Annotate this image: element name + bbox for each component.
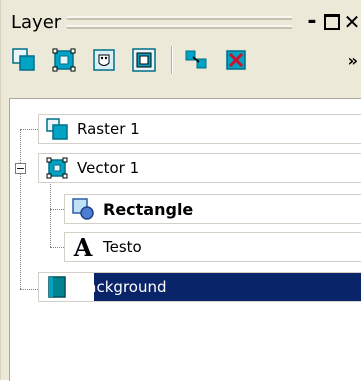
- new-vector-layer-icon: [52, 48, 76, 72]
- tree-line: [50, 247, 64, 248]
- layer-row[interactable]: Rectangle: [64, 194, 361, 224]
- duplicate-layer-button[interactable]: [181, 45, 211, 75]
- new-adjustment-layer-button[interactable]: [129, 45, 159, 75]
- close-button[interactable]: ✕: [342, 10, 361, 34]
- text-object-icon: A: [73, 232, 93, 262]
- maximize-button[interactable]: [322, 11, 342, 33]
- layer-toolbar: »: [9, 40, 361, 80]
- tree-line: [20, 289, 38, 290]
- tree-line: [50, 177, 51, 247]
- new-raster-layer-icon: [12, 48, 35, 71]
- layer-label: Rectangle: [103, 199, 194, 219]
- background-layer-icon: [45, 275, 69, 299]
- new-adjustment-layer-icon: [132, 48, 156, 72]
- vector-layer-icon: [45, 156, 69, 180]
- new-mask-layer-icon: [93, 49, 115, 71]
- palette-titlebar[interactable]: Layer - ✕: [5, 6, 361, 38]
- delete-layer-icon: [226, 50, 246, 70]
- layer-label: Testo: [103, 238, 142, 256]
- maximize-icon: [324, 14, 340, 30]
- layer-row[interactable]: A Testo: [64, 232, 361, 262]
- drag-grip[interactable]: [67, 15, 292, 29]
- raster-layer-icon: [45, 117, 69, 141]
- toolbar-overflow-button[interactable]: »: [348, 51, 358, 70]
- palette-title: Layer: [11, 11, 62, 33]
- layer-label: Background: [77, 278, 167, 296]
- delete-layer-button[interactable]: [221, 45, 251, 75]
- tree-line: [20, 129, 38, 130]
- new-vector-layer-button[interactable]: [49, 45, 79, 75]
- minimize-button[interactable]: -: [302, 11, 322, 33]
- layer-label: Vector 1: [77, 159, 140, 177]
- layer-row[interactable]: Raster 1: [38, 114, 361, 144]
- new-mask-layer-button[interactable]: [89, 45, 119, 75]
- tree-line: [50, 209, 64, 210]
- collapse-toggle[interactable]: −: [15, 163, 26, 174]
- duplicate-layer-icon: [185, 50, 207, 69]
- layer-tree: − Raster 1 Vector 1 Rectangle A Testo Ba…: [9, 98, 361, 381]
- new-raster-layer-button[interactable]: [9, 45, 39, 75]
- rectangle-shape-icon: [71, 197, 95, 221]
- tree-line: [20, 129, 21, 289]
- toolbar-separator: [171, 46, 173, 74]
- layer-label: Raster 1: [77, 120, 140, 138]
- layer-palette: Layer - ✕ » − Raster 1 Vector 1 Rectangl…: [0, 0, 361, 381]
- layer-row[interactable]: Vector 1: [38, 153, 361, 183]
- layer-row-selected[interactable]: Background: [38, 272, 361, 302]
